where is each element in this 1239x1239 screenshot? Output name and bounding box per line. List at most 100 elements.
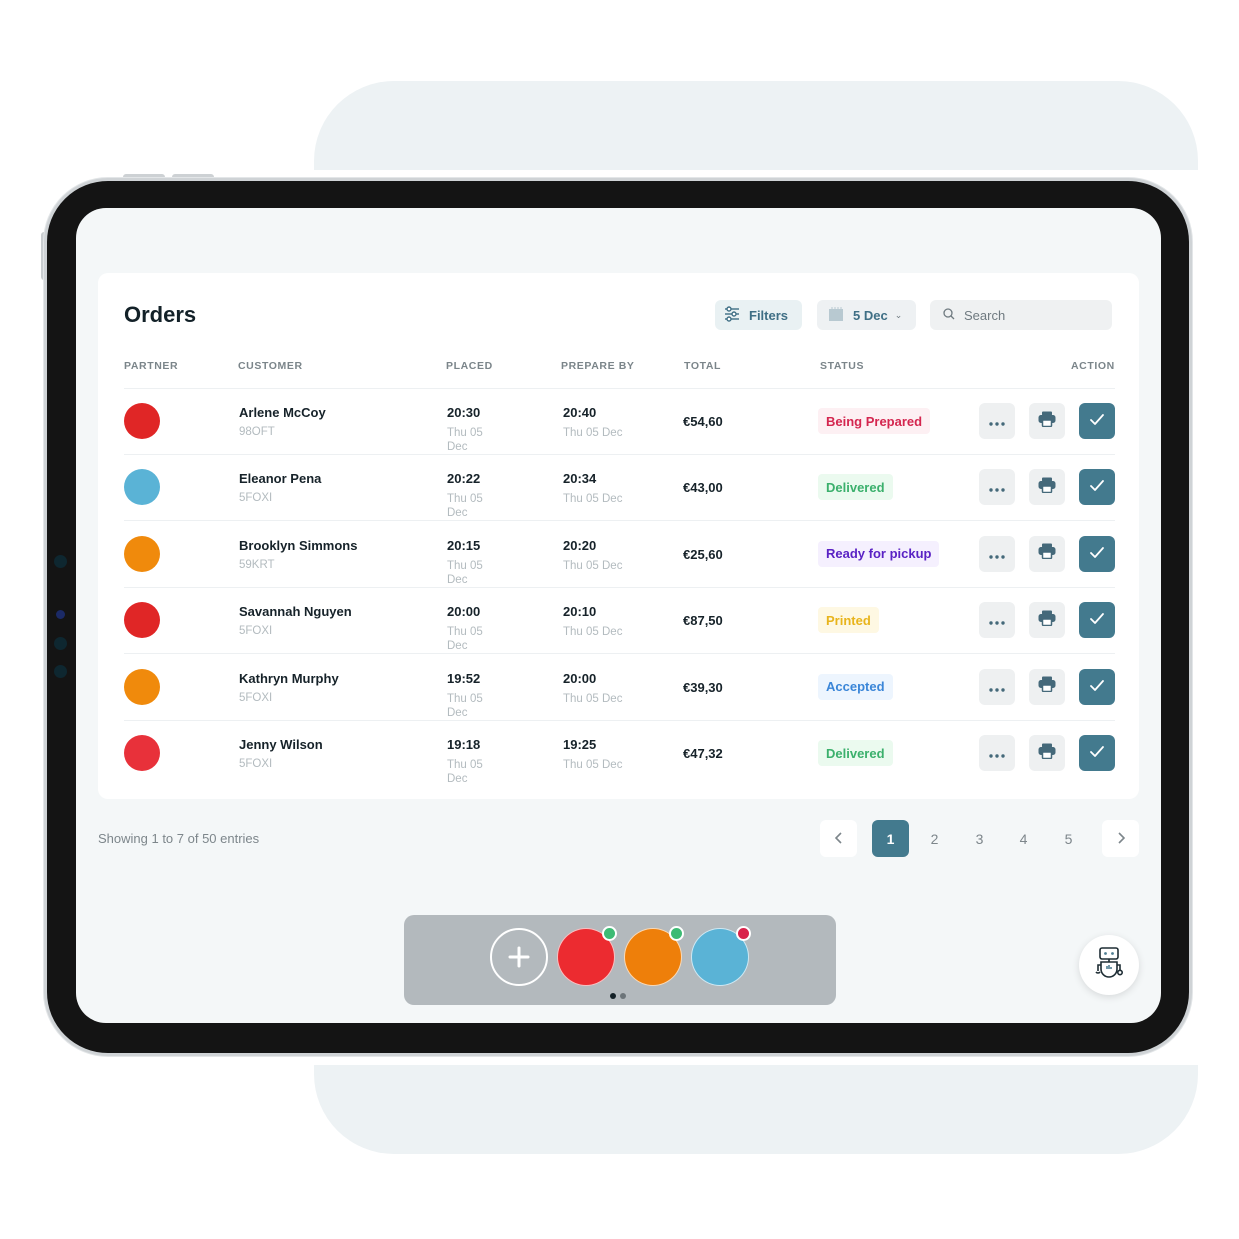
print-button[interactable] [1029, 735, 1065, 771]
status-badge: Ready for pickup [818, 540, 940, 567]
placed-date: Thu 05 Dec [447, 427, 483, 453]
prepare-by-time: 20:00 [563, 670, 597, 686]
order-total: €87,50 [683, 613, 723, 629]
order-total: €39,30 [683, 679, 723, 695]
print-button[interactable] [1029, 602, 1065, 639]
order-total: €25,60 [683, 546, 723, 562]
order-code: 59KRT [239, 558, 275, 571]
chevron-down-icon: ⌄ [894, 309, 903, 320]
order-total: €43,00 [683, 480, 723, 496]
column-header-status[interactable]: STATUS [820, 360, 864, 372]
table-row[interactable]: Jenny Wilson 5FOXI 19:18 Thu 05 Dec 19:25 Thu… [98, 720, 1139, 786]
placed-date: Thu 05 Dec [447, 493, 483, 520]
dock-page-dot[interactable] [620, 993, 626, 999]
print-button[interactable] [1029, 403, 1065, 439]
column-header-prepare-by[interactable]: PREPARE BY [561, 360, 635, 372]
prepare-by-date: Thu 05 Dec [563, 759, 623, 771]
placed-time: 20:30 [447, 405, 481, 420]
page-button-1[interactable]: 1 [872, 820, 909, 857]
prepare-by-time: 20:20 [563, 537, 597, 553]
table-row[interactable]: Kathryn Murphy 5FOXI 19:52 Thu 05 Dec 20:00 T… [98, 654, 1139, 720]
more-options-button[interactable] [979, 535, 1015, 572]
prepare-by-date: Thu 05 Dec [563, 692, 623, 705]
accept-order-button[interactable] [1079, 535, 1115, 572]
plus-icon [508, 938, 530, 977]
placed-time: 20:15 [447, 537, 481, 553]
placed-date: Thu 05 Dec [447, 559, 483, 586]
check-icon [1090, 412, 1104, 430]
table-row[interactable]: Arlene McCoy 98OFT 20:30 Thu 05 Dec 20:40 Thu… [98, 388, 1139, 454]
partner-status-indicator [736, 926, 751, 941]
dock-page-dot[interactable] [610, 993, 616, 999]
column-header-placed[interactable]: PLACED [446, 360, 493, 372]
search-icon [943, 307, 955, 323]
more-options-button[interactable] [979, 668, 1015, 705]
more-dots-icon [989, 679, 1005, 695]
search-input[interactable]: Search [930, 300, 1112, 330]
print-button[interactable] [1029, 469, 1065, 506]
printer-icon [1038, 610, 1056, 631]
customer-name: Eleanor Pena [239, 471, 322, 487]
dock-partner-avatar[interactable] [624, 926, 684, 986]
add-partner-button[interactable] [490, 928, 548, 986]
customer-name: Jenny Wilson [239, 737, 323, 752]
date-picker[interactable]: 5 Dec ⌄ [817, 300, 916, 330]
column-header-customer[interactable]: CUSTOMER [238, 360, 303, 372]
partner-avatar [124, 403, 160, 439]
more-options-button[interactable] [979, 469, 1015, 506]
table-row[interactable]: Eleanor Pena 5FOXI 20:22 Thu 05 Dec 20:34 Thu… [98, 454, 1139, 520]
print-button[interactable] [1029, 668, 1065, 705]
print-button[interactable] [1029, 535, 1065, 572]
prev-page-button[interactable] [820, 820, 857, 857]
robot-icon [1091, 945, 1127, 986]
more-options-button[interactable] [979, 735, 1015, 771]
more-options-button[interactable] [979, 602, 1015, 639]
assistant-button[interactable] [1079, 935, 1139, 995]
order-code: 5FOXI [239, 758, 273, 770]
sliders-icon [725, 305, 739, 325]
customer-name: Kathryn Murphy [239, 670, 339, 686]
column-header-action[interactable]: ACTION [1071, 360, 1115, 372]
prepare-by-date: Thu 05 Dec [563, 427, 623, 439]
accept-order-button[interactable] [1079, 668, 1115, 705]
dock-partner-avatar[interactable] [691, 926, 751, 986]
table-row[interactable]: Brooklyn Simmons 59KRT 20:15 Thu 05 Dec 20:2… [98, 521, 1139, 587]
order-total: €47,32 [683, 746, 723, 761]
prepare-by-date: Thu 05 Dec [563, 493, 623, 506]
printer-icon [1038, 743, 1056, 764]
accept-order-button[interactable] [1079, 469, 1115, 506]
device-sensor [54, 637, 67, 650]
accept-order-button[interactable] [1079, 602, 1115, 639]
placed-time: 20:00 [447, 604, 481, 620]
filters-label: Filters [749, 307, 789, 323]
device-camera [56, 610, 65, 619]
filters-button[interactable]: Filters [715, 300, 802, 330]
customer-name: Arlene McCoy [239, 405, 326, 420]
orders-card: Orders Filters 5 Dec ⌄ Search PARTNER CU… [98, 273, 1139, 799]
order-code: 5FOXI [239, 691, 273, 704]
accept-order-button[interactable] [1079, 735, 1115, 771]
more-options-button[interactable] [979, 403, 1015, 439]
page-button-3[interactable]: 3 [961, 820, 998, 857]
next-page-button[interactable] [1102, 820, 1139, 857]
page-button-2[interactable]: 2 [916, 820, 953, 857]
placed-time: 19:52 [447, 670, 481, 686]
column-header-partner[interactable]: PARTNER [124, 360, 178, 372]
partner-status-indicator [669, 926, 684, 941]
prepare-by-time: 19:25 [563, 737, 597, 752]
page-button-4[interactable]: 4 [1005, 820, 1042, 857]
dock-partner-avatar[interactable] [557, 926, 617, 986]
table-row[interactable]: Savannah Nguyen 5FOXI 20:00 Thu 05 Dec 20:10… [98, 587, 1139, 653]
more-dots-icon [989, 745, 1005, 761]
placed-date: Thu 05 Dec [447, 626, 483, 653]
page-button-5[interactable]: 5 [1050, 820, 1087, 857]
customer-name: Brooklyn Simmons [239, 537, 358, 553]
placed-date: Thu 05 Dec [447, 692, 483, 719]
calendar-icon [829, 306, 843, 324]
placed-time: 19:18 [447, 737, 481, 752]
prepare-by-time: 20:34 [563, 471, 597, 487]
more-dots-icon [989, 612, 1005, 628]
column-header-total[interactable]: TOTAL [684, 360, 721, 372]
accept-order-button[interactable] [1079, 403, 1115, 439]
tablet-screen: Orders Filters 5 Dec ⌄ Search PARTNER CU… [76, 208, 1161, 1023]
